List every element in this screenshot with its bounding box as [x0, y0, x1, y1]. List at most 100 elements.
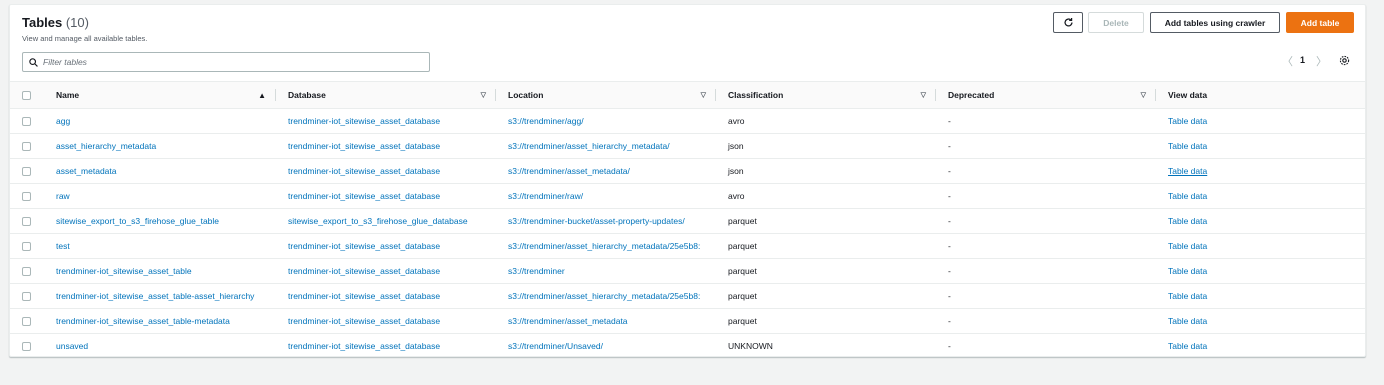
select-all-cell — [10, 81, 56, 109]
location-link[interactable]: s3://trendminer/raw/ — [508, 191, 583, 201]
classification-text: parquet — [728, 266, 757, 276]
table-data-link[interactable]: Table data — [1168, 241, 1207, 251]
row-checkbox[interactable] — [22, 267, 31, 277]
refresh-button[interactable] — [1053, 12, 1083, 33]
deprecated-text: - — [948, 116, 951, 126]
location-link[interactable]: s3://trendminer/asset_hierarchy_metadata… — [508, 291, 700, 301]
table-cell: - — [936, 108, 1156, 134]
row-checkbox[interactable] — [22, 192, 31, 202]
table-row: trendminer-iot_sitewise_asset_table-asse… — [10, 283, 1365, 309]
classification-text: json — [728, 166, 744, 176]
select-all-checkbox[interactable] — [22, 91, 31, 101]
table-data-link[interactable]: Table data — [1168, 216, 1207, 226]
table-cell: asset_metadata — [56, 158, 276, 184]
column-header-database[interactable]: Database ▽ — [276, 81, 496, 109]
row-select-cell — [10, 334, 56, 357]
database-link[interactable]: trendminer-iot_sitewise_asset_database — [288, 266, 440, 276]
database-link[interactable]: trendminer-iot_sitewise_asset_database — [288, 141, 440, 151]
column-header-name[interactable]: Name ▲ — [56, 81, 276, 109]
current-page-number[interactable]: 1 — [1300, 55, 1305, 65]
table-cell: s3://trendminer/Unsaved/ — [496, 334, 716, 357]
row-checkbox[interactable] — [22, 342, 31, 352]
table-cell: parquet — [716, 308, 936, 334]
location-link[interactable]: s3://trendminer/agg/ — [508, 116, 584, 126]
location-link[interactable]: s3://trendminer/Unsaved/ — [508, 341, 603, 351]
deprecated-text: - — [948, 191, 951, 201]
table-name-link[interactable]: trendminer-iot_sitewise_asset_table — [56, 266, 192, 276]
database-link[interactable]: sitewise_export_to_s3_firehose_glue_data… — [288, 216, 468, 226]
table-data-link[interactable]: Table data — [1168, 191, 1207, 201]
database-link[interactable]: trendminer-iot_sitewise_asset_database — [288, 166, 440, 176]
page-description: View and manage all available tables. — [22, 34, 148, 43]
database-link[interactable]: trendminer-iot_sitewise_asset_database — [288, 316, 440, 326]
sort-icon[interactable]: ▽ — [481, 91, 486, 99]
table-data-link[interactable]: Table data — [1168, 166, 1207, 176]
location-link[interactable]: s3://trendminer/asset_metadata — [508, 316, 628, 326]
table-cell: trendminer-iot_sitewise_asset_database — [276, 233, 496, 259]
location-link[interactable]: s3://trendminer — [508, 266, 565, 276]
gear-icon[interactable] — [1339, 55, 1350, 66]
row-checkbox[interactable] — [22, 242, 31, 252]
table-name-link[interactable]: raw — [56, 191, 70, 201]
table-row: trendminer-iot_sitewise_asset_table-meta… — [10, 308, 1365, 334]
table-name-link[interactable]: unsaved — [56, 341, 88, 351]
row-checkbox[interactable] — [22, 292, 31, 302]
location-link[interactable]: s3://trendminer-bucket/asset-property-up… — [508, 216, 685, 226]
location-link[interactable]: s3://trendminer/asset_hierarchy_metadata… — [508, 141, 670, 151]
table-cell: trendminer-iot_sitewise_asset_database — [276, 133, 496, 159]
database-link[interactable]: trendminer-iot_sitewise_asset_database — [288, 341, 440, 351]
table-data-link[interactable]: Table data — [1168, 341, 1207, 351]
table-name-link[interactable]: trendminer-iot_sitewise_asset_table-meta… — [56, 316, 230, 326]
table-cell: Table data — [1156, 258, 1365, 284]
database-link[interactable]: trendminer-iot_sitewise_asset_database — [288, 116, 440, 126]
column-header-deprecated[interactable]: Deprecated ▽ — [936, 81, 1156, 109]
add-table-button[interactable]: Add table — [1286, 12, 1354, 33]
column-label: Name — [56, 90, 80, 100]
table-cell: Table data — [1156, 133, 1365, 159]
title-text: Tables — [22, 15, 63, 30]
next-page-icon[interactable]: 〉 — [1316, 53, 1327, 69]
table-name-link[interactable]: asset_metadata — [56, 166, 116, 176]
delete-button[interactable]: Delete — [1088, 12, 1144, 33]
row-checkbox[interactable] — [22, 167, 31, 177]
table-name-link[interactable]: trendminer-iot_sitewise_asset_table-asse… — [56, 291, 254, 301]
table-name-link[interactable]: agg — [56, 116, 70, 126]
table-data-link[interactable]: Table data — [1168, 316, 1207, 326]
column-header-view-data: View data — [1156, 81, 1365, 109]
row-checkbox[interactable] — [22, 117, 31, 127]
table-cell: Table data — [1156, 158, 1365, 184]
database-link[interactable]: trendminer-iot_sitewise_asset_database — [288, 291, 440, 301]
table-cell: s3://trendminer/asset_hierarchy_metadata… — [496, 133, 716, 159]
database-link[interactable]: trendminer-iot_sitewise_asset_database — [288, 191, 440, 201]
table-cell: sitewise_export_to_s3_firehose_glue_tabl… — [56, 208, 276, 234]
table-name-link[interactable]: test — [56, 241, 70, 251]
sort-icon[interactable]: ▽ — [701, 91, 706, 99]
location-link[interactable]: s3://trendminer/asset_hierarchy_metadata… — [508, 241, 700, 251]
database-link[interactable]: trendminer-iot_sitewise_asset_database — [288, 241, 440, 251]
classification-text: parquet — [728, 316, 757, 326]
table-name-link[interactable]: sitewise_export_to_s3_firehose_glue_tabl… — [56, 216, 219, 226]
sort-ascending-icon[interactable]: ▲ — [258, 91, 266, 100]
row-checkbox[interactable] — [22, 217, 31, 227]
table-cell: - — [936, 158, 1156, 184]
table-cell: Table data — [1156, 233, 1365, 259]
table-data-link[interactable]: Table data — [1168, 266, 1207, 276]
row-checkbox[interactable] — [22, 317, 31, 327]
sort-icon[interactable]: ▽ — [1141, 91, 1146, 99]
table-data-link[interactable]: Table data — [1168, 291, 1207, 301]
table-name-link[interactable]: asset_hierarchy_metadata — [56, 141, 156, 151]
table-row: test trendminer-iot_sitewise_asset_databa… — [10, 233, 1365, 259]
table-data-link[interactable]: Table data — [1168, 116, 1207, 126]
filter-tables-field[interactable] — [22, 52, 430, 72]
table-cell: s3://trendminer-bucket/asset-property-up… — [496, 208, 716, 234]
sort-icon[interactable]: ▽ — [921, 91, 926, 99]
row-checkbox[interactable] — [22, 142, 31, 152]
table-data-link[interactable]: Table data — [1168, 141, 1207, 151]
column-header-classification[interactable]: Classification ▽ — [716, 81, 936, 109]
row-select-cell — [10, 283, 56, 309]
filter-tables-input[interactable] — [43, 57, 413, 67]
add-tables-using-crawler-button[interactable]: Add tables using crawler — [1150, 12, 1280, 33]
column-header-location[interactable]: Location ▽ — [496, 81, 716, 109]
previous-page-icon[interactable]: 〈 — [1282, 53, 1293, 69]
location-link[interactable]: s3://trendminer/asset_metadata/ — [508, 166, 630, 176]
